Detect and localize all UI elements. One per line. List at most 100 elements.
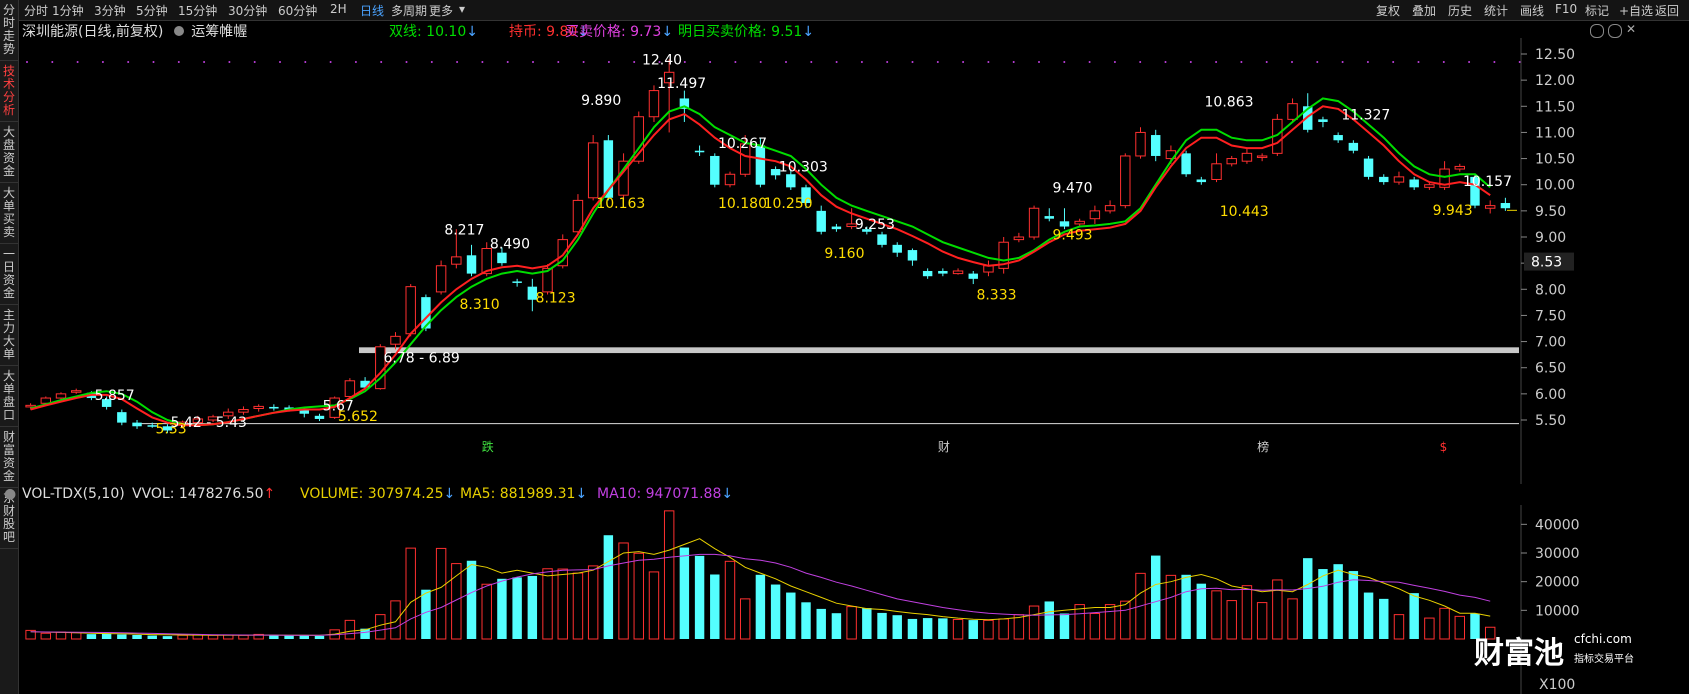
- volume-bar: [1439, 607, 1450, 640]
- candle: [1393, 171, 1405, 185]
- tab-period-10[interactable]: 更多: [429, 2, 453, 19]
- candle: [1104, 200, 1116, 214]
- volume-bar: [1363, 592, 1374, 639]
- top-dot: [1012, 61, 1015, 63]
- price-annotation: 9.890: [581, 93, 621, 109]
- volume-bar: [862, 608, 872, 639]
- top-dot: [152, 61, 155, 63]
- volume-bar: [147, 635, 157, 639]
- tab-period-3[interactable]: 5分钟: [136, 2, 168, 19]
- candle-body: [1013, 236, 1025, 241]
- volume-bar: [481, 583, 492, 640]
- candle: [816, 205, 826, 235]
- tab-period-5[interactable]: 30分钟: [228, 2, 267, 19]
- sidebar-item-7[interactable]: 财富资金: [0, 427, 18, 488]
- volume-bar: [739, 598, 751, 640]
- top-dot: [607, 61, 610, 63]
- current-price-label: 8.53: [1531, 255, 1562, 271]
- vol-settings-icon[interactable]: ●: [4, 486, 16, 502]
- event-marker: $: [1440, 440, 1448, 454]
- toolbar-button-1[interactable]: 叠加: [1412, 2, 1436, 19]
- sidebar-item-4[interactable]: 一日资金: [0, 244, 18, 305]
- top-dot: [1341, 61, 1344, 63]
- tab-period-2[interactable]: 3分钟: [94, 2, 126, 19]
- volume-bar: [1424, 617, 1435, 640]
- candle: [1089, 205, 1101, 224]
- top-dot: [734, 61, 737, 63]
- volume-bar: [162, 636, 173, 639]
- sidebar-item-2[interactable]: 大盘资金: [0, 122, 18, 183]
- candle-body: [1409, 179, 1419, 188]
- kline-chart[interactable]: 5.8575.335.42 - 5.435.675.6526.78 - 6.89…: [19, 38, 1689, 484]
- left-sidebar: 分时走势 技术分析 大盘资金 大单买卖 一日资金 主力大单 大单盘口 财富资金 东财股吧: [0, 0, 19, 694]
- sidebar-item-0[interactable]: 分时走势: [0, 0, 18, 61]
- candle-body: [1363, 158, 1374, 177]
- zoom-in-icon[interactable]: [1608, 24, 1622, 38]
- top-dot: [127, 61, 130, 63]
- top-dot: [380, 61, 383, 63]
- candle-body: [117, 412, 127, 423]
- candle-body: [1181, 153, 1191, 175]
- toolbar-button-8[interactable]: 返回: [1655, 2, 1679, 19]
- vol-ma5: MA5: 881989.31↓: [460, 486, 587, 502]
- top-dot: [1088, 61, 1091, 63]
- settings-circle-icon[interactable]: [173, 26, 184, 36]
- chevron-down-icon[interactable]: ▾: [459, 2, 465, 16]
- price-annotation: 8.333: [976, 288, 1016, 304]
- candle-body: [1393, 176, 1405, 183]
- toolbar-button-4[interactable]: 画线: [1520, 2, 1544, 19]
- volume-bar: [1333, 564, 1343, 639]
- toolbar-button-5[interactable]: F10: [1555, 2, 1577, 16]
- close-indicator-icon[interactable]: ✕: [1626, 22, 1636, 36]
- candle: [907, 248, 918, 266]
- toolbar-button-0[interactable]: 复权: [1376, 2, 1400, 19]
- candle-body: [694, 150, 705, 153]
- toolbar-button-6[interactable]: 标记: [1585, 2, 1609, 19]
- top-dot: [1366, 61, 1369, 63]
- candle-body: [1348, 142, 1359, 151]
- top-dot: [1291, 61, 1293, 63]
- sidebar-item-5[interactable]: 主力大单: [0, 305, 18, 366]
- top-dot: [1164, 61, 1167, 63]
- tab-period-7[interactable]: 2H: [330, 2, 347, 16]
- volume-chart[interactable]: 40000300002000010000X100: [19, 505, 1689, 694]
- sidebar-item-6[interactable]: 大单盘口: [0, 366, 18, 427]
- volume-bar: [314, 635, 325, 639]
- sidebar-item-3[interactable]: 大单买卖: [0, 183, 18, 244]
- volume-bar: [1379, 598, 1389, 639]
- zoom-out-icon[interactable]: [1590, 24, 1604, 38]
- volume-bar: [557, 568, 568, 640]
- volume-bar: [618, 542, 629, 640]
- toolbar-button-3[interactable]: 统计: [1484, 2, 1508, 19]
- toolbar-button-2[interactable]: 历史: [1448, 2, 1472, 19]
- sidebar-item-1[interactable]: 技术分析: [0, 61, 18, 122]
- candle: [1500, 197, 1511, 211]
- tab-period-9[interactable]: 多周期: [391, 2, 427, 19]
- top-dot: [759, 61, 762, 63]
- event-marker: 跌: [482, 439, 494, 454]
- volume-bar: [71, 632, 82, 640]
- top-dot: [456, 61, 459, 63]
- candle-body: [1226, 158, 1237, 165]
- tab-period-4[interactable]: 15分钟: [178, 2, 217, 19]
- toolbar-button-7[interactable]: +自选: [1619, 2, 1653, 19]
- price-annotation: 9.943: [1433, 203, 1473, 219]
- candle-body: [648, 90, 660, 118]
- top-dot: [253, 61, 256, 63]
- volume-bar: [694, 555, 705, 639]
- candle-body: [1500, 203, 1511, 209]
- tab-period-1[interactable]: 1分钟: [52, 2, 84, 19]
- candle-body: [1211, 163, 1222, 180]
- volume-bar: [390, 600, 401, 640]
- candle-body: [497, 252, 507, 264]
- volume-bar: [1318, 569, 1328, 639]
- candle: [435, 260, 447, 295]
- tab-period-0[interactable]: 分时: [24, 2, 48, 19]
- top-dot: [1442, 61, 1445, 63]
- tab-period-6[interactable]: 60分钟: [278, 2, 317, 19]
- volume-bar: [284, 635, 294, 639]
- price-annotation: 10.863: [1205, 94, 1254, 110]
- volume-bar: [710, 574, 720, 639]
- top-dot: [51, 61, 54, 63]
- tab-period-8[interactable]: 日线: [360, 2, 384, 19]
